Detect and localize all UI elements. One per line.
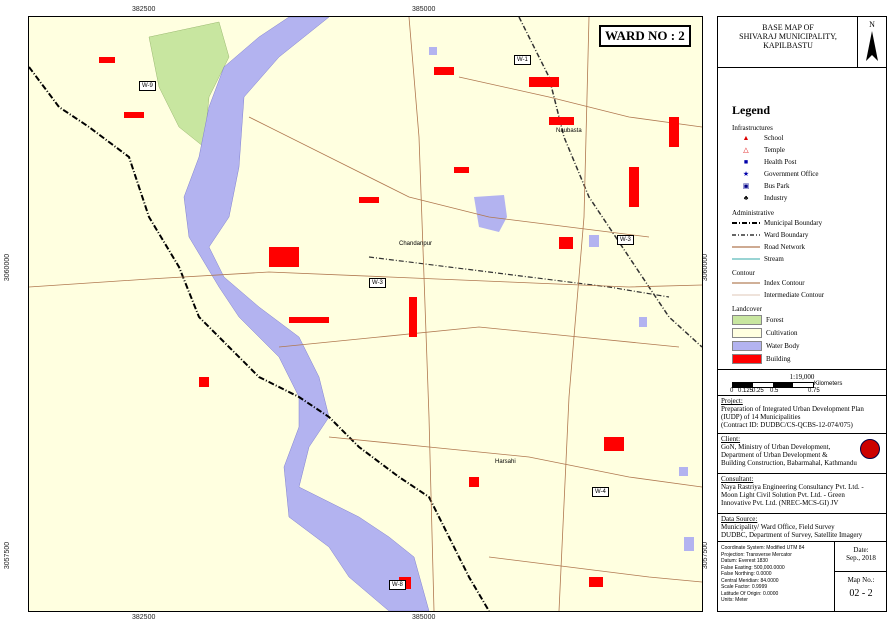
government-office-icon: ★ [742,170,750,178]
place-harsahi: Harsahi [495,459,516,465]
map-title-line-3: KAPILBASTU [763,41,813,50]
legend-health-post: ■ Health Post [732,158,797,166]
legend-industry: ♣ Industry [732,194,788,202]
ward-tag-w3-east: W-3 [617,235,634,245]
ward-boundary [518,17,702,348]
legend-stream: Stream [732,255,784,263]
consultant-section: Consultant: Naya Rastriya Engineering Co… [721,475,864,507]
legend-bus-park: ▣ Bus Park [732,182,790,190]
legend-school: ▲ School [732,134,784,142]
ward-tag-w3-center: W-3 [369,278,386,288]
legend-building: Building [732,354,791,364]
map-canvas[interactable]: WARD NO : 2 W-1 W-9 W-3 W-3 W-4 W-8 Naub… [28,16,703,612]
pond-5 [684,537,694,551]
pond-1 [474,195,507,232]
municipal-boundary [29,66,490,611]
river-water-body [183,17,430,611]
place-chandanpur: Chandanpur [399,241,433,247]
project-section: Project: Preparation of Integrated Urban… [721,397,864,429]
map-legend-panel: N BASE MAP OF SHIVARAJ MUNICIPALITY, KAP… [717,16,887,612]
legend-group-administrative: Administrative [732,209,774,217]
legend-index-contour: Index Contour [732,279,805,287]
legend-road-network: Road Network [732,243,806,251]
legend-municipal-boundary: Municipal Boundary [732,219,823,227]
pond-6 [429,47,437,55]
north-arrow-icon [866,31,878,61]
ward-boundary-2 [368,256,670,298]
health-post-icon: ■ [743,158,749,166]
emblem-icon [860,439,880,459]
pond-2 [589,235,599,247]
bus-park-icon: ▣ [742,182,750,190]
ward-tag-w8: W-8 [389,580,406,590]
place-naubasta: Naubasta [556,128,582,134]
map-title-line-2: SHIVARAJ MUNICIPALITY, [739,32,837,41]
scale-text: 1:19,000 [789,373,815,381]
legend-group-landcover: Landcover [732,305,762,313]
school-icon: ▲ [742,134,750,142]
date-box: Date: Sep., 2018 [834,541,887,571]
ward-title: WARD NO : 2 [599,25,691,47]
tick-y-right-2: 3057500 [702,541,710,570]
legend-title: Legend [732,103,771,117]
building-clusters [99,57,679,589]
map-svg [29,17,702,611]
temple-icon: △ [743,146,749,154]
north-label: N [869,20,875,29]
map-title: BASE MAP OF SHIVARAJ MUNICIPALITY, KAPIL… [718,23,858,50]
tick-y-left-2: 3057500 [4,541,12,570]
tick-x-top-1: 382500 [132,6,156,13]
tick-x-bottom-1: 382500 [132,614,156,621]
legend-temple: △ Temple [732,146,785,154]
scale-unit: Kilometers [814,381,843,387]
scale-tick-4: 0.75 [808,388,820,394]
tick-y-left-1: 3060000 [4,253,12,282]
ward-tag-w1: W-1 [514,55,531,65]
legend-forest: Forest [732,315,784,325]
tick-y-right-1: 3060000 [702,253,710,282]
mapno-box: Map No.: 02 - 2 [834,571,887,612]
legend-group-contour: Contour [732,269,755,277]
tick-x-bottom-2: 385000 [412,614,436,621]
scale-tick-0: 0 [730,388,734,394]
legend-water-body: Water Body [732,341,799,351]
coordinate-system: Coordinate System: Modified UTM 84 Proje… [721,545,805,603]
tick-x-top-2: 385000 [412,6,436,13]
pond-3 [639,317,647,327]
legend-government-office: ★ Government Office [732,170,819,178]
map-title-line-1: BASE MAP OF [762,23,814,32]
scale-tick-3: 0.5 [770,388,779,394]
legend-cultivation: Cultivation [732,328,798,338]
scale-tick-1: 0.125 [738,388,754,394]
scale-tick-2: 0.25 [752,388,764,394]
pond-4 [679,467,688,476]
legend-ward-boundary: Ward Boundary [732,231,809,239]
datasource-section: Data Source: Municipality/ Ward Office, … [721,515,863,539]
legend-intermediate-contour: Intermediate Contour [732,291,825,299]
north-arrow: N [857,17,886,68]
industry-icon: ♣ [743,194,749,202]
legend-group-infrastructures: Infrastructures [732,124,773,132]
ward-tag-w4: W-4 [592,487,609,497]
ward-tag-w9: W-9 [139,81,156,91]
